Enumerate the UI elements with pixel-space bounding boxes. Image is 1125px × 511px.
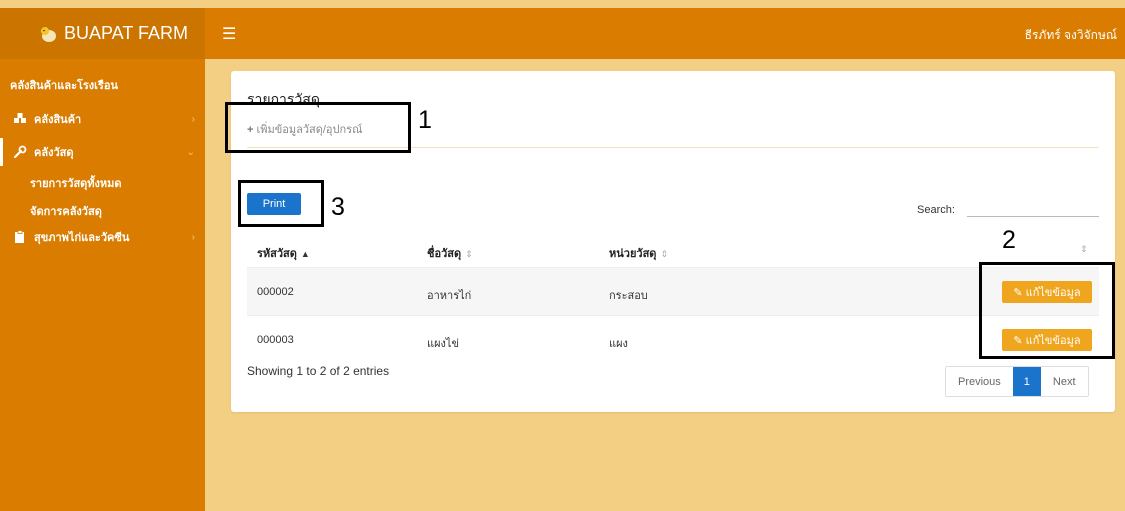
- sidebar-header: คลังสินค้าและโรงเรือน: [10, 80, 118, 92]
- hamburger-icon[interactable]: ☰: [222, 24, 236, 44]
- table-row: 000002 อาหารไก่ กระสอบ ✎ แก้ไขข้อมูล: [247, 267, 1099, 315]
- column-header-label: หน่วยวัสดุ: [609, 248, 657, 260]
- wrench-icon: [12, 144, 28, 160]
- pagination-page-1[interactable]: 1: [1012, 367, 1041, 396]
- column-header-name[interactable]: ชื่อวัสดุ ⇕: [427, 244, 473, 262]
- sidebar: คลังสินค้าและโรงเรือน คลังสินค้า › คลังว…: [0, 59, 205, 511]
- clipboard-icon: [12, 229, 28, 245]
- sort-icon: ⇕: [465, 249, 473, 259]
- cell-name: แผงไข่: [427, 338, 459, 350]
- cell-code: 000002: [257, 286, 294, 298]
- column-header-unit[interactable]: หน่วยวัสดุ ⇕: [609, 244, 668, 262]
- cell-unit: แผง: [609, 338, 628, 350]
- sort-icon[interactable]: ⇕: [1080, 244, 1088, 255]
- annotation-box-2: [979, 262, 1115, 359]
- pagination: Previous 1 Next: [945, 366, 1089, 397]
- chevron-right-icon: ›: [191, 113, 195, 125]
- cell-code: 000003: [257, 334, 294, 346]
- cell-unit: กระสอบ: [609, 290, 648, 302]
- search-input[interactable]: [967, 199, 1099, 217]
- sort-icon: ⇕: [660, 249, 668, 259]
- table-info: Showing 1 to 2 of 2 entries: [247, 364, 390, 378]
- sidebar-subitem-manage-materials[interactable]: จัดการคลังวัสดุ: [30, 202, 102, 220]
- top-navbar: BUAPAT FARM ☰ ธีรภัทร์ จงวิจักษณ์: [0, 8, 1125, 59]
- sidebar-item-products[interactable]: คลังสินค้า ›: [0, 105, 205, 133]
- sidebar-item-label: สุขภาพไก่และวัคซีน: [34, 232, 130, 244]
- brand-name: BUAPAT FARM: [64, 23, 189, 43]
- sidebar-item-materials[interactable]: คลังวัสดุ ⌄: [0, 138, 205, 166]
- chick-egg-icon: [39, 26, 56, 42]
- column-header-label: รหัสวัสดุ: [257, 248, 297, 260]
- column-header-code[interactable]: รหัสวัสดุ ▲: [257, 244, 310, 262]
- cell-name: อาหารไก่: [427, 290, 472, 302]
- pagination-next[interactable]: Next: [1040, 367, 1088, 396]
- user-name[interactable]: ธีรภัทร์ จงวิจักษณ์: [1025, 26, 1117, 45]
- sidebar-item-health[interactable]: สุขภาพไก่และวัคซีน ›: [0, 223, 205, 251]
- sidebar-subitem-all-materials[interactable]: รายการวัสดุทั้งหมด: [30, 174, 122, 192]
- annotation-box-3: [238, 180, 324, 227]
- search-label: Search:: [917, 204, 955, 216]
- annotation-label-2: 2: [1002, 226, 1016, 254]
- cubes-icon: [12, 111, 28, 127]
- sort-asc-icon: ▲: [300, 249, 310, 259]
- annotation-label-1: 1: [418, 106, 432, 134]
- chevron-right-icon: ›: [191, 231, 195, 243]
- annotation-box-1: [225, 102, 411, 153]
- annotation-label-3: 3: [331, 193, 345, 221]
- pagination-previous[interactable]: Previous: [946, 367, 1013, 396]
- column-header-label: ชื่อวัสดุ: [427, 248, 462, 260]
- sidebar-item-label: คลังวัสดุ: [34, 147, 74, 159]
- brand[interactable]: BUAPAT FARM: [0, 8, 205, 59]
- chevron-down-icon: ⌄: [186, 146, 195, 158]
- table-row: 000003 แผงไข่ แผง ✎ แก้ไขข้อมูล: [247, 315, 1099, 363]
- sidebar-item-label: คลังสินค้า: [34, 114, 82, 126]
